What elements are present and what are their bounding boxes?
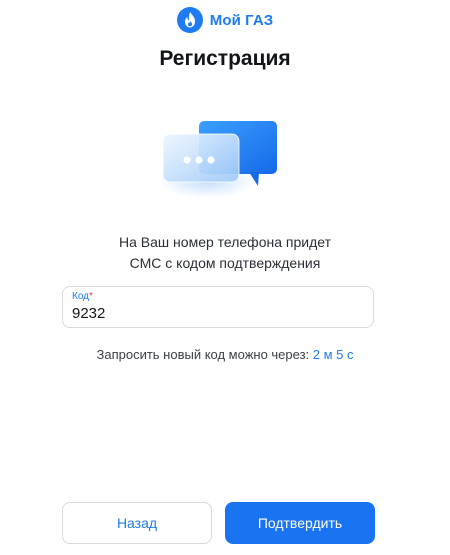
page-title: Регистрация: [159, 47, 291, 70]
required-mark: *: [89, 291, 93, 302]
sms-info-line-1: На Ваш номер телефона придет: [119, 234, 331, 250]
sms-info-line-2: СМС с кодом подтверждения: [129, 255, 321, 271]
brand-logo: Мой ГАЗ: [0, 7, 450, 33]
chat-bubbles-icon: [155, 112, 285, 202]
resend-timer-text: Запросить новый код можно через: 2 м 5 с: [0, 347, 450, 362]
code-field-label-text: Код: [72, 291, 90, 302]
code-field-label: Код*: [72, 291, 93, 302]
sms-info-text: На Ваш номер телефона придет СМС с кодом…: [0, 232, 450, 274]
code-field[interactable]: Код*: [62, 286, 374, 328]
brand-name: Мой ГАЗ: [209, 11, 274, 29]
flame-icon: [176, 7, 203, 33]
resend-label: Запросить новый код можно через:: [96, 347, 313, 362]
resend-countdown: 2 м 5 с: [312, 347, 354, 362]
code-input[interactable]: [72, 305, 362, 322]
registration-page: Мой ГАЗ Регистрация На Ваш номер телефон…: [0, 0, 450, 555]
confirm-button[interactable]: Подтвердить: [225, 502, 375, 544]
back-button[interactable]: Назад: [62, 502, 212, 544]
